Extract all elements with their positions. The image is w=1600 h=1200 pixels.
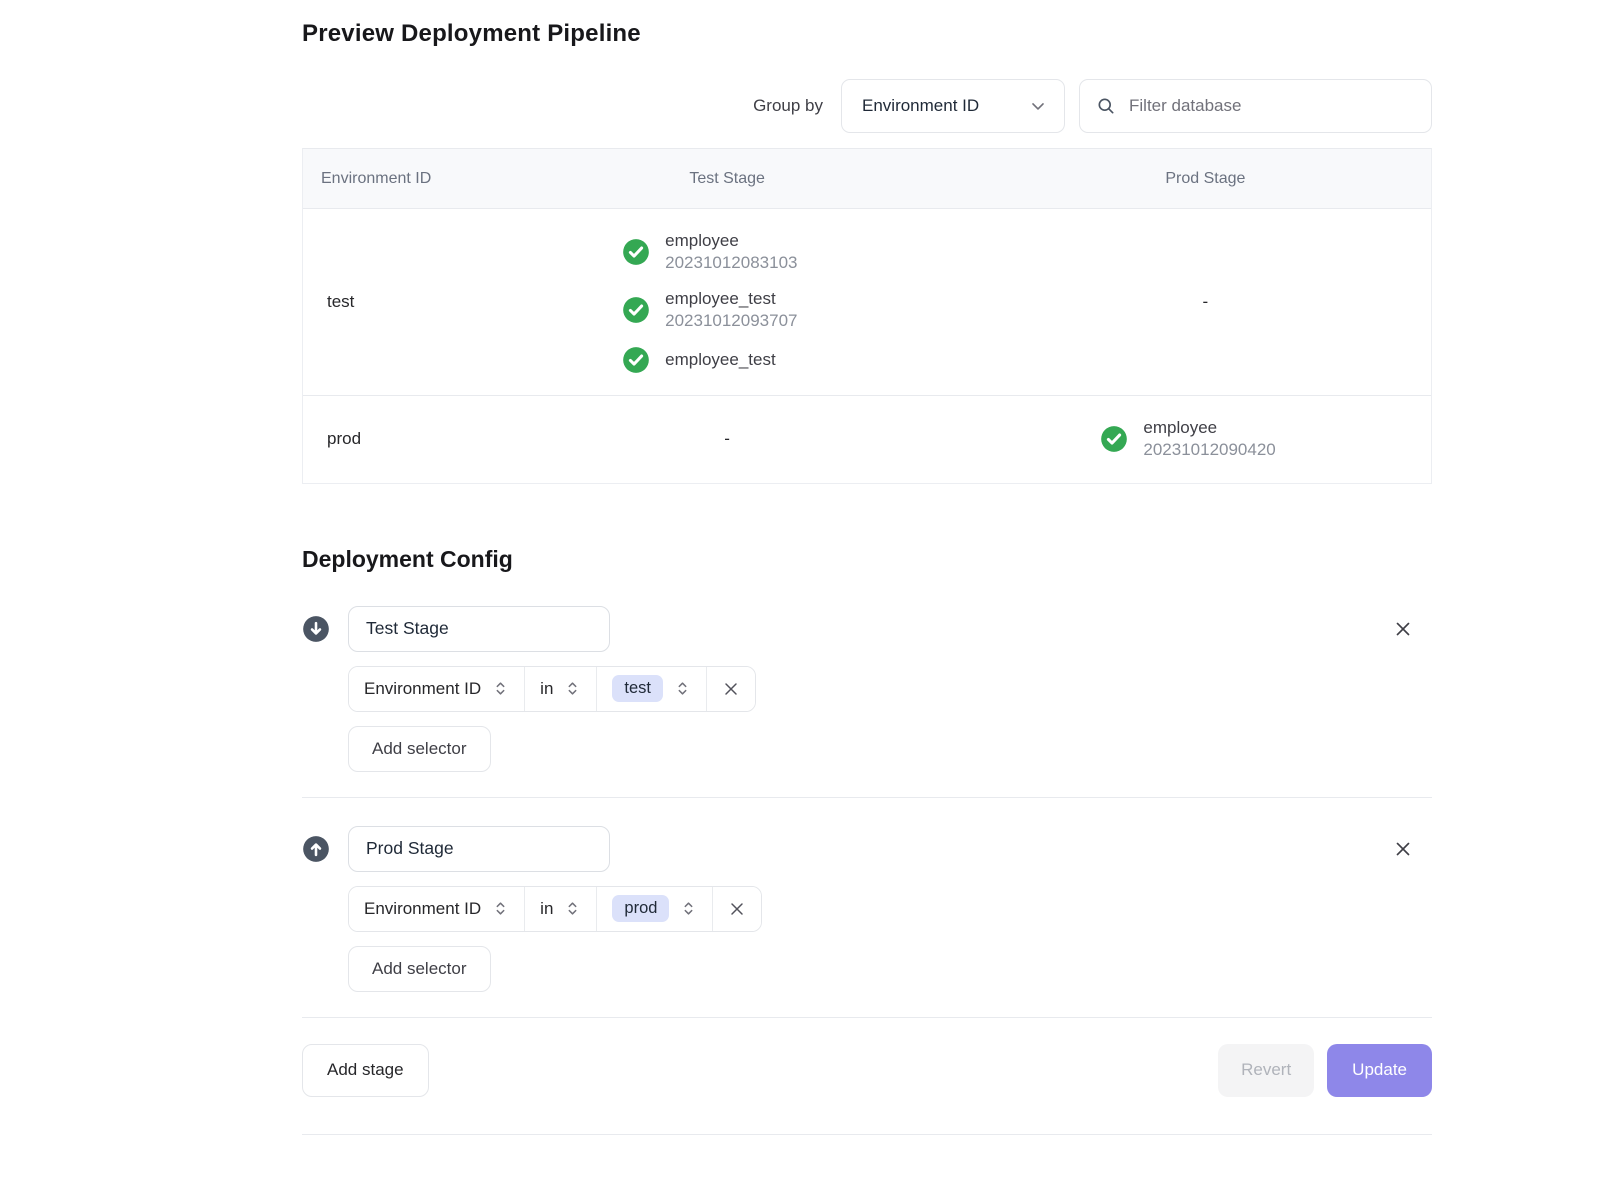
arrow-down-circle-icon [302, 615, 330, 643]
column-header-test-stage: Test Stage [474, 149, 979, 208]
test-stage-cell: employee 20231012083103 employee_test 20… [474, 230, 979, 374]
database-name: employee [665, 230, 797, 252]
selector-key-value: Environment ID [364, 679, 481, 699]
database-name: employee_test [665, 349, 776, 371]
selector-operator-select[interactable]: in [524, 667, 596, 711]
selector-value-tag: prod [612, 895, 669, 922]
remove-stage-button[interactable] [1386, 612, 1420, 646]
close-icon [1392, 618, 1414, 640]
check-circle-icon [622, 296, 650, 324]
environment-id-cell: test [303, 230, 474, 374]
selector-operator-value: in [540, 899, 553, 919]
selector-group: Environment ID in prod [348, 886, 762, 932]
stage-title-input[interactable] [348, 826, 610, 872]
config-footer: Add stage Revert Update [302, 1044, 1432, 1097]
chevrons-up-down-icon [674, 680, 691, 697]
deployment-pipeline-page: Preview Deployment Pipeline Group by Env… [302, 0, 1432, 1135]
pipeline-table-header: Environment ID Test Stage Prod Stage [303, 149, 1431, 209]
filter-database-input[interactable] [1127, 95, 1415, 117]
selector-key-value: Environment ID [364, 899, 481, 919]
update-button[interactable]: Update [1327, 1044, 1432, 1097]
group-by-label: Group by [753, 96, 823, 116]
task-timestamp: 20231012093707 [665, 310, 797, 332]
task-item[interactable]: employee_test 20231012093707 [622, 288, 832, 333]
revert-button[interactable]: Revert [1218, 1044, 1314, 1097]
prod-stage-cell: employee 20231012090420 [980, 417, 1431, 462]
database-name: employee_test [665, 288, 797, 310]
chevrons-up-down-icon [680, 900, 697, 917]
task-timestamp: 20231012090420 [1143, 439, 1275, 461]
chevrons-up-down-icon [564, 900, 581, 917]
close-icon [727, 899, 747, 919]
stage-divider [302, 1017, 1432, 1018]
bottom-divider [302, 1134, 1432, 1135]
add-selector-button[interactable]: Add selector [348, 946, 491, 992]
selector-value-tag: test [612, 675, 663, 702]
close-icon [1392, 838, 1414, 860]
check-circle-icon [622, 238, 650, 266]
pipeline-table: Environment ID Test Stage Prod Stage tes… [302, 148, 1432, 484]
task-item[interactable]: employee 20231012090420 [1100, 417, 1310, 462]
group-by-select[interactable]: Environment ID [841, 79, 1065, 133]
check-circle-icon [1100, 425, 1128, 453]
table-row-prod: prod - employee 20231012090420 [303, 395, 1431, 483]
stage-title-input[interactable] [348, 606, 610, 652]
table-controls: Group by Environment ID [302, 79, 1432, 133]
selector-value-select[interactable]: prod [596, 887, 712, 931]
selector-value-select[interactable]: test [596, 667, 706, 711]
stage-block-test: Environment ID in test [302, 606, 1432, 772]
add-stage-button[interactable]: Add stage [302, 1044, 429, 1097]
chevron-down-icon [1028, 96, 1048, 116]
remove-selector-button[interactable] [706, 667, 755, 711]
group-by-selected-value: Environment ID [862, 96, 979, 116]
stage-divider [302, 797, 1432, 798]
page-title: Preview Deployment Pipeline [302, 0, 1432, 48]
test-stage-empty-cell: - [474, 417, 979, 462]
table-row-test: test employee 20231012083103 [303, 209, 1431, 395]
selector-key-select[interactable]: Environment ID [349, 667, 524, 711]
check-circle-icon [622, 346, 650, 374]
selector-operator-select[interactable]: in [524, 887, 596, 931]
add-selector-button[interactable]: Add selector [348, 726, 491, 772]
chevrons-up-down-icon [492, 680, 509, 697]
environment-id-cell: prod [303, 417, 474, 462]
selector-operator-value: in [540, 679, 553, 699]
chevrons-up-down-icon [564, 680, 581, 697]
filter-database-box [1079, 79, 1432, 133]
deployment-config-title: Deployment Config [302, 484, 1432, 573]
remove-selector-button[interactable] [712, 887, 761, 931]
column-header-prod-stage: Prod Stage [980, 149, 1431, 208]
selector-group: Environment ID in test [348, 666, 756, 712]
close-icon [721, 679, 741, 699]
remove-stage-button[interactable] [1386, 832, 1420, 866]
task-timestamp: 20231012083103 [665, 252, 797, 274]
task-item[interactable]: employee 20231012083103 [622, 230, 832, 275]
database-name: employee [1143, 417, 1275, 439]
column-header-environment-id: Environment ID [303, 149, 474, 208]
selector-key-select[interactable]: Environment ID [349, 887, 524, 931]
search-icon [1096, 96, 1116, 116]
stage-block-prod: Environment ID in prod [302, 826, 1432, 992]
task-item[interactable]: employee_test [622, 346, 832, 374]
chevrons-up-down-icon [492, 900, 509, 917]
prod-stage-empty-cell: - [980, 230, 1431, 374]
arrow-up-circle-icon [302, 835, 330, 863]
